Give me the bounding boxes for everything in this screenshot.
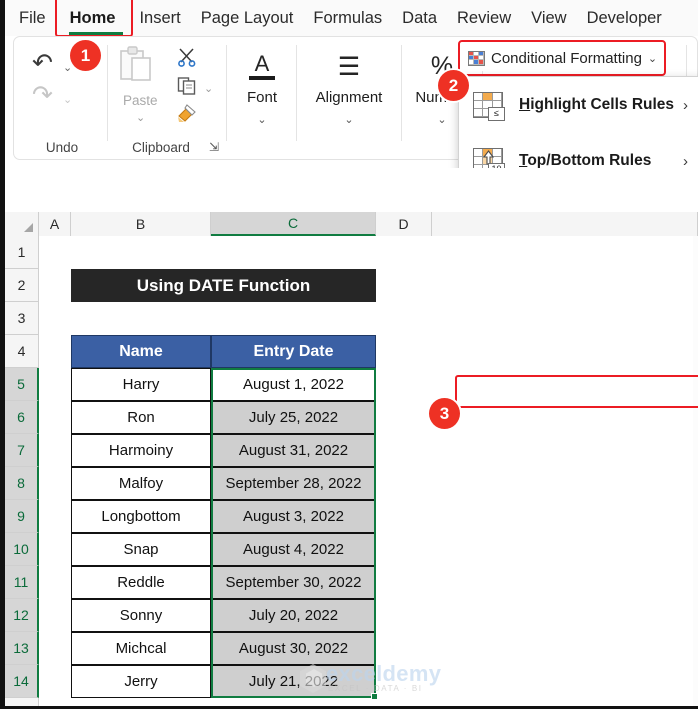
table-header-cell[interactable]: Entry Date <box>211 335 376 368</box>
tab-data[interactable]: Data <box>392 0 447 36</box>
dialog-launcher-icon[interactable]: ⇲ <box>209 140 219 154</box>
row-header-6[interactable]: 6 <box>5 401 39 434</box>
sheet-title-cell[interactable]: Using DATE Function <box>71 269 376 302</box>
highlight-cells-rules-icon: ≤ <box>473 92 505 121</box>
conditional-formatting-label: Conditional Formatting <box>491 49 642 67</box>
row-header-column: 1 2 3 4 5 6 7 8 9 10 11 12 13 14 <box>5 236 39 706</box>
chevron-right-icon: › <box>683 152 688 170</box>
spreadsheet-grid: ABCD 1 2 3 4 5 6 7 8 9 10 11 12 13 14 Using DATE Func… <box>5 212 698 706</box>
row-header-3[interactable]: 3 <box>5 302 39 335</box>
ribbon-group-alignment[interactable]: ☰ Alignment ⌄ <box>297 37 401 159</box>
menu-item-highlight-cells-rules[interactable]: ≤ Highlight Cells Rules › <box>459 77 698 133</box>
redo-arrow-icon[interactable]: ↷ <box>32 83 53 108</box>
group-separator <box>107 45 108 141</box>
tab-review[interactable]: Review <box>447 0 521 36</box>
step-badge-2: 2 <box>438 70 469 101</box>
table-cell-name[interactable]: Michcal <box>71 632 211 665</box>
table-cell-name[interactable]: Malfoy <box>71 467 211 500</box>
tab-view[interactable]: View <box>521 0 576 36</box>
table-cell-entry-date[interactable]: July 25, 2022 <box>211 401 376 434</box>
paste-dropdown-chevron-icon[interactable]: ⌄ <box>136 111 145 124</box>
vertical-scrollbar[interactable] <box>693 236 698 706</box>
row-header-13[interactable]: 13 <box>5 632 39 665</box>
excel-window: File Home Insert Page Layout Formulas Data Rev… <box>0 0 698 709</box>
step-badge-1: 1 <box>70 40 101 71</box>
table-cell-entry-date[interactable]: August 31, 2022 <box>211 434 376 467</box>
undo-dropdown-chevron-icon[interactable]: ⌄ <box>63 61 72 74</box>
clipboard-group-label: Clipboard <box>132 140 190 155</box>
alignment-group-label: Alignment <box>315 89 383 106</box>
menu-label: Highlight Cells Rules <box>519 96 675 113</box>
chevron-down-icon: ⌄ <box>647 52 658 65</box>
row-header-2[interactable]: 2 <box>5 269 39 302</box>
table-cell-name[interactable]: Reddle <box>71 566 211 599</box>
tab-formulas[interactable]: Formulas <box>303 0 392 36</box>
chevron-right-icon: › <box>683 96 688 114</box>
tab-home[interactable]: Home <box>60 0 126 36</box>
tab-developer[interactable]: Developer <box>577 0 672 36</box>
scissors-icon[interactable] <box>177 47 197 67</box>
group-separator <box>226 45 227 141</box>
table-cell-name[interactable]: Snap <box>71 533 211 566</box>
row-header-5[interactable]: 5 <box>5 368 39 401</box>
copy-dropdown-chevron-icon[interactable]: ⌄ <box>204 82 213 95</box>
row-header-8[interactable]: 8 <box>5 467 39 500</box>
table-cell-entry-date[interactable]: August 3, 2022 <box>211 500 376 533</box>
ribbon-tab-bar: File Home Insert Page Layout Formulas Data Rev… <box>5 0 698 37</box>
format-painter-icon[interactable] <box>176 103 198 123</box>
table-cell-name[interactable]: Harry <box>71 368 211 401</box>
column-header-D[interactable]: D <box>376 212 432 236</box>
font-chevron-down-icon[interactable]: ⌄ <box>228 113 296 126</box>
table-cell-name[interactable]: Sonny <box>71 599 211 632</box>
undo-arrow-icon[interactable]: ↶ <box>32 51 53 76</box>
ribbon-group-font[interactable]: A Font ⌄ <box>228 37 296 159</box>
table-cell-entry-date[interactable]: September 28, 2022 <box>211 467 376 500</box>
row-header-14[interactable]: 14 <box>5 665 39 698</box>
select-all-corner[interactable] <box>5 212 39 236</box>
table-cell-entry-date[interactable]: July 20, 2022 <box>211 599 376 632</box>
ribbon-group-clipboard: Paste ⌄ ⌄ Clipboard ⇲ <box>109 37 227 159</box>
table-cell-name[interactable]: Harmoiny <box>71 434 211 467</box>
column-header-B[interactable]: B <box>71 212 211 236</box>
table-cell-entry-date[interactable]: September 30, 2022 <box>211 566 376 599</box>
tab-file[interactable]: File <box>5 0 56 36</box>
copy-icon[interactable] <box>177 76 197 96</box>
paste-label: Paste <box>123 93 158 108</box>
table-cell-entry-date[interactable]: August 4, 2022 <box>211 533 376 566</box>
row-header-9[interactable]: 9 <box>5 500 39 533</box>
formula-bar-area: C5 ⌄ ⋮ ✕ ✓ fx 8/1/2022 <box>5 168 698 370</box>
row-header-12[interactable]: 12 <box>5 599 39 632</box>
table-cell-entry-date[interactable]: August 1, 2022 <box>211 368 376 401</box>
row-header-1[interactable]: 1 <box>5 236 39 269</box>
row-header-7[interactable]: 7 <box>5 434 39 467</box>
table-cell-name[interactable]: Jerry <box>71 665 211 698</box>
conditional-formatting-icon <box>468 50 485 66</box>
row-header-filler <box>5 698 39 706</box>
tab-page-layout[interactable]: Page Layout <box>191 0 304 36</box>
table-cell-name[interactable]: Longbottom <box>71 500 211 533</box>
font-group-label: Font <box>246 89 277 106</box>
alignment-chevron-down-icon[interactable]: ⌄ <box>297 113 401 126</box>
row-header-4[interactable]: 4 <box>5 335 39 368</box>
column-header-filler <box>432 212 698 236</box>
column-header-C[interactable]: C <box>211 212 376 236</box>
align-lines-icon: ☰ <box>337 53 361 81</box>
tab-insert[interactable]: Insert <box>129 0 190 36</box>
tab-home-wrapper: Home <box>54 0 133 37</box>
column-header-A[interactable]: A <box>39 212 71 236</box>
row-header-10[interactable]: 10 <box>5 533 39 566</box>
table-cell-entry-date[interactable]: July 21, 2022 <box>211 665 376 698</box>
redo-dropdown-chevron-icon[interactable]: ⌄ <box>63 93 72 106</box>
row-header-11[interactable]: 11 <box>5 566 39 599</box>
table-cell-name[interactable]: Ron <box>71 401 211 434</box>
conditional-formatting-button[interactable]: Conditional Formatting ⌄ <box>463 45 661 71</box>
step-badge-3: 3 <box>429 398 460 429</box>
paste-icon[interactable] <box>117 45 159 91</box>
table-cell-entry-date[interactable]: August 30, 2022 <box>211 632 376 665</box>
active-tab-underline <box>68 32 123 35</box>
table-header-cell[interactable]: Name <box>71 335 211 368</box>
font-a-icon: A <box>228 53 296 80</box>
column-header-row: ABCD <box>5 212 698 236</box>
